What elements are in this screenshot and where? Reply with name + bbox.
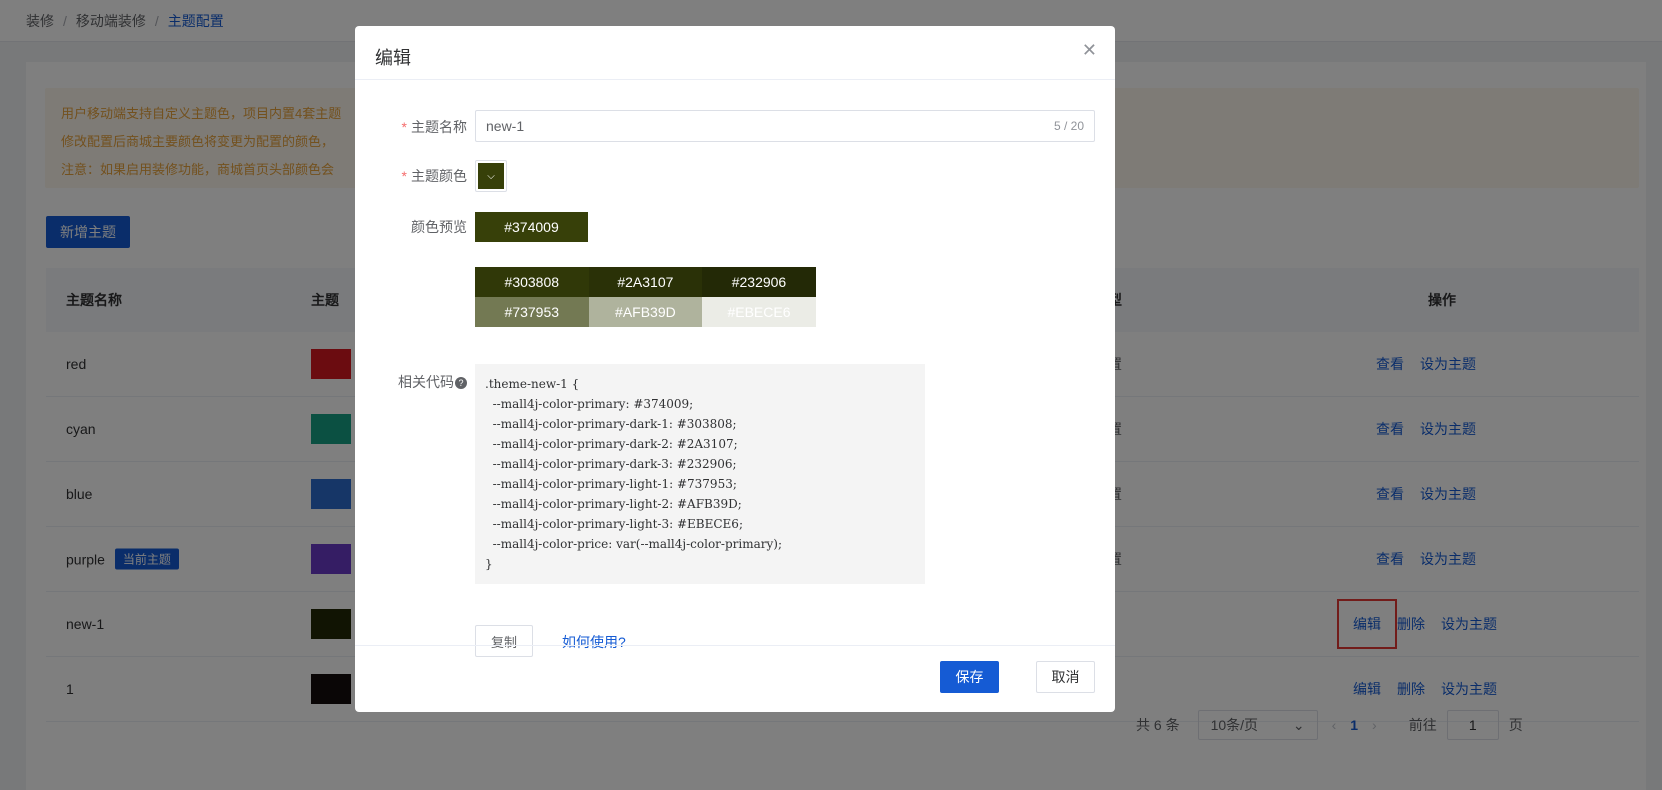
code-block: .theme-new-1 { --mall4j-color-primary: #… (475, 364, 925, 584)
color-preview-label: 颜色预览 (411, 219, 467, 235)
palette-color-cell: #232906 (702, 267, 816, 297)
color-palette: #303808 #2A3107 #232906 #737953 #AFB39D #EBEC… (475, 267, 816, 327)
dialog-footer: 保存 取消 (355, 645, 1115, 712)
palette-color-cell: #EBECE6 (702, 297, 816, 327)
primary-color-preview: #374009 (475, 212, 588, 242)
palette-color-cell: #303808 (475, 267, 589, 297)
edit-theme-dialog: 编辑 ✕ * 主题名称 new-1 5 / 20 * 主题颜色 ⌵ 颜色预览 #37… (355, 26, 1115, 712)
cancel-button[interactable]: 取消 (1036, 661, 1095, 693)
dialog-title: 编辑 (375, 48, 411, 68)
chevron-down-icon: ⌵ (478, 163, 504, 189)
palette-color-cell: #AFB39D (588, 297, 703, 327)
color-picker[interactable]: ⌵ (475, 160, 507, 192)
palette-color-cell: #2A3107 (588, 267, 703, 297)
dialog-body: * 主题名称 new-1 5 / 20 * 主题颜色 ⌵ 颜色预览 #374009 … (355, 80, 1115, 657)
question-icon[interactable]: ? (455, 377, 467, 390)
theme-name-input[interactable]: new-1 5 / 20 (475, 110, 1095, 142)
char-count: 5 / 20 (1053, 119, 1084, 133)
related-code-label: 相关代码? (398, 372, 467, 392)
save-button[interactable]: 保存 (940, 661, 999, 693)
palette-color-cell: #737953 (475, 297, 589, 327)
dialog-header: 编辑 ✕ (355, 26, 1115, 80)
theme-name-value: new-1 (486, 118, 525, 134)
close-icon[interactable]: ✕ (1082, 40, 1097, 61)
theme-name-label: * 主题名称 (401, 119, 467, 135)
theme-color-label: * 主题颜色 (401, 168, 467, 184)
